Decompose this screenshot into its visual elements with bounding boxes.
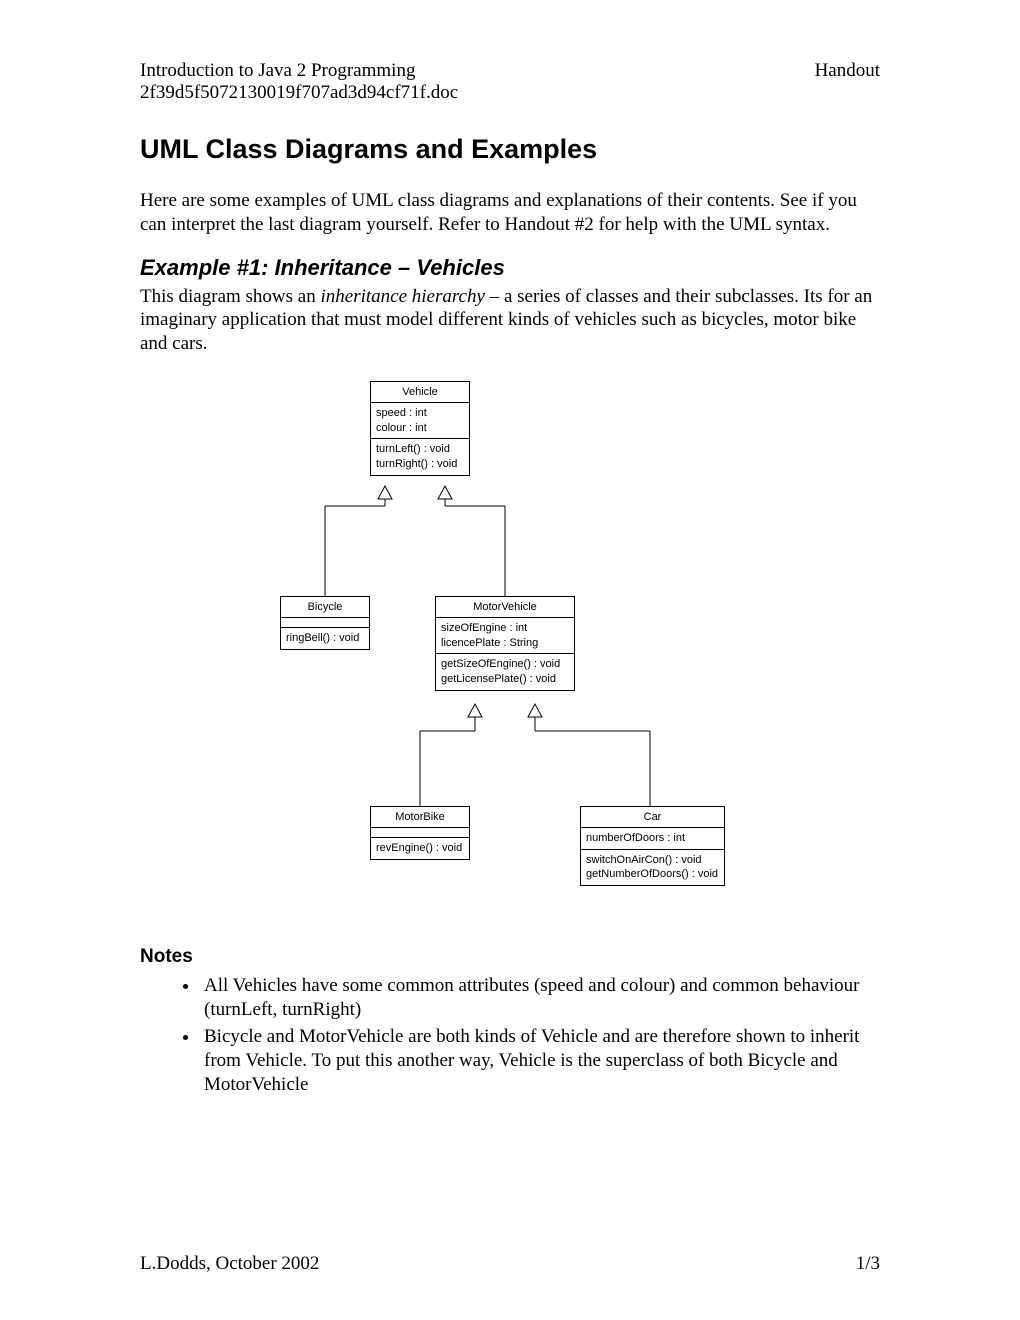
- uml-class-bicycle: Bicycle ringBell() : void: [280, 596, 370, 650]
- page-title: UML Class Diagrams and Examples: [140, 134, 880, 165]
- uml-class-name: Bicycle: [281, 597, 369, 618]
- notes-list: All Vehicles have some common attributes…: [200, 974, 880, 1097]
- example1-heading: Example #1: Inheritance – Vehicles: [140, 255, 880, 281]
- uml-class-car: Car numberOfDoors : int switchOnAirCon()…: [580, 806, 725, 887]
- intro-paragraph: Here are some examples of UML class diag…: [140, 189, 880, 237]
- uml-attrs: sizeOfEngine : int licencePlate : String: [436, 618, 574, 655]
- uml-methods: ringBell() : void: [281, 628, 369, 649]
- page-header: Introduction to Java 2 Programming 2f39d…: [140, 60, 880, 104]
- doc-type: Handout: [815, 60, 880, 81]
- uml-class-vehicle: Vehicle speed : int colour : int turnLef…: [370, 381, 470, 476]
- uml-methods: getSizeOfEngine() : void getLicensePlate…: [436, 654, 574, 690]
- uml-methods: turnLeft() : void turnRight() : void: [371, 439, 469, 475]
- uml-class-name: MotorBike: [371, 807, 469, 828]
- uml-attrs: [371, 828, 469, 838]
- uml-attrs: numberOfDoors : int: [581, 828, 724, 850]
- uml-diagram: Vehicle speed : int colour : int turnLef…: [270, 376, 750, 916]
- uml-class-motorbike: MotorBike revEngine() : void: [370, 806, 470, 860]
- uml-class-motorvehicle: MotorVehicle sizeOfEngine : int licenceP…: [435, 596, 575, 691]
- uml-class-name: Vehicle: [371, 382, 469, 403]
- uml-methods: switchOnAirCon() : void getNumberOfDoors…: [581, 850, 724, 886]
- list-item: All Vehicles have some common attributes…: [200, 974, 880, 1022]
- footer-page: 1/3: [856, 1253, 880, 1275]
- page-footer: L.Dodds, October 2002 1/3: [140, 1253, 880, 1275]
- uml-attrs: [281, 618, 369, 628]
- notes-heading: Notes: [140, 946, 880, 968]
- uml-methods: revEngine() : void: [371, 838, 469, 859]
- footer-author: L.Dodds, October 2002: [140, 1253, 319, 1275]
- uml-attrs: speed : int colour : int: [371, 403, 469, 440]
- filename: 2f39d5f5072130019f707ad3d94cf71f.doc: [140, 82, 458, 103]
- course-title: Introduction to Java 2 Programming: [140, 60, 415, 81]
- list-item: Bicycle and MotorVehicle are both kinds …: [200, 1025, 880, 1096]
- uml-class-name: Car: [581, 807, 724, 828]
- uml-class-name: MotorVehicle: [436, 597, 574, 618]
- example1-text: This diagram shows an inheritance hierar…: [140, 285, 880, 356]
